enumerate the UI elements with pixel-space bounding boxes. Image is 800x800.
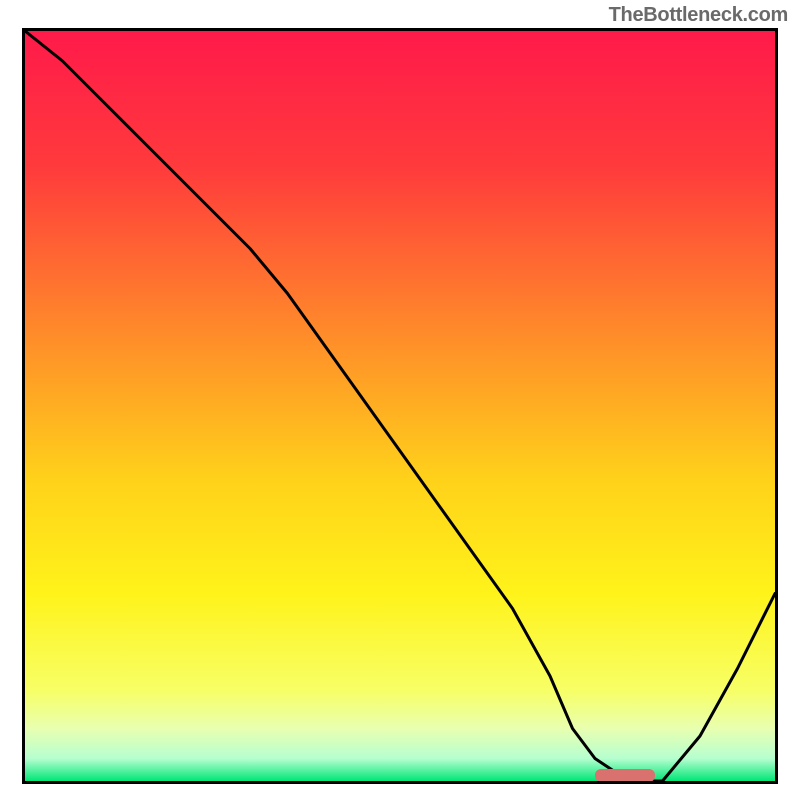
chart-area	[25, 31, 775, 781]
watermark-text: TheBottleneck.com	[609, 4, 788, 27]
chart-frame	[22, 28, 778, 784]
gradient-background	[25, 31, 775, 781]
optimal-marker	[595, 769, 655, 781]
chart-svg	[25, 31, 775, 781]
